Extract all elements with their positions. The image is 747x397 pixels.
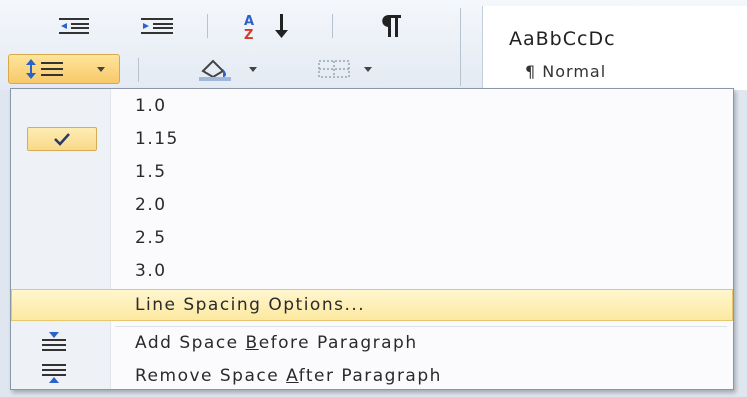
shading-icon (199, 59, 231, 81)
menu-item-spacing-2-5[interactable]: 2.5 (11, 222, 733, 254)
chevron-down-icon (249, 66, 257, 72)
menu-item-spacing-3-0[interactable]: 3.0 (11, 255, 733, 287)
menu-item-label: 1.5 (135, 162, 167, 182)
increase-indent-icon (141, 18, 173, 34)
add-space-before-icon (41, 331, 67, 355)
menu-item-label: 3.0 (135, 261, 167, 281)
toolbar-separator (138, 58, 139, 82)
style-name-normal: ¶ Normal (525, 62, 607, 81)
show-formatting-marks-icon (382, 15, 401, 37)
decrease-indent-icon (59, 18, 89, 34)
menu-item-remove-space-after[interactable]: Remove Space After Paragraph (11, 360, 733, 392)
menu-item-spacing-1-0[interactable]: 1.0 (11, 90, 733, 122)
menu-item-label: Remove Space After Paragraph (135, 366, 442, 386)
toolbar-separator (460, 8, 461, 86)
checkmark-box (27, 127, 97, 151)
increase-indent-button[interactable] (132, 12, 182, 40)
menu-item-label: 2.0 (135, 195, 167, 215)
menu-item-label: Add Space Before Paragraph (135, 333, 418, 353)
borders-button[interactable] (298, 54, 390, 84)
line-spacing-button[interactable] (8, 54, 120, 84)
menu-item-spacing-2-0[interactable]: 2.0 (11, 189, 733, 221)
toolbar-separator (207, 14, 208, 38)
show-formatting-marks-button[interactable] (368, 10, 412, 42)
svg-text:A: A (244, 14, 254, 29)
menu-item-line-spacing-options[interactable]: Line Spacing Options... (11, 289, 733, 321)
borders-icon (318, 60, 350, 78)
line-spacing-icon (26, 59, 63, 79)
style-sample-text: AaBbCcDc (509, 28, 616, 50)
menu-item-label: Line Spacing Options... (135, 295, 366, 315)
menu-item-add-space-before[interactable]: Add Space Before Paragraph (11, 327, 733, 359)
ribbon: A Z AaBbCcDc ¶ Normal (0, 0, 747, 90)
checkmark-icon (54, 133, 70, 146)
menu-item-spacing-1-15[interactable]: 1.15 (11, 123, 733, 155)
toolbar-separator (332, 14, 333, 38)
menu-item-spacing-1-5[interactable]: 1.5 (11, 156, 733, 188)
styles-gallery[interactable]: AaBbCcDc ¶ Normal (482, 6, 747, 90)
svg-text:Z: Z (244, 28, 253, 41)
menu-item-label: 1.15 (135, 129, 179, 149)
line-spacing-menu: 1.0 1.15 1.5 2.0 2.5 3.0 Line Spacing Op… (10, 88, 734, 390)
remove-space-after-icon (41, 362, 67, 386)
chevron-down-icon (364, 66, 372, 72)
menu-item-label: 2.5 (135, 228, 167, 248)
decrease-indent-button[interactable] (52, 12, 96, 40)
menu-item-label: 1.0 (135, 96, 167, 116)
sort-icon: A Z (244, 14, 288, 41)
chevron-down-icon (97, 66, 105, 72)
sort-button[interactable]: A Z (236, 10, 300, 42)
shading-button[interactable] (180, 54, 272, 84)
